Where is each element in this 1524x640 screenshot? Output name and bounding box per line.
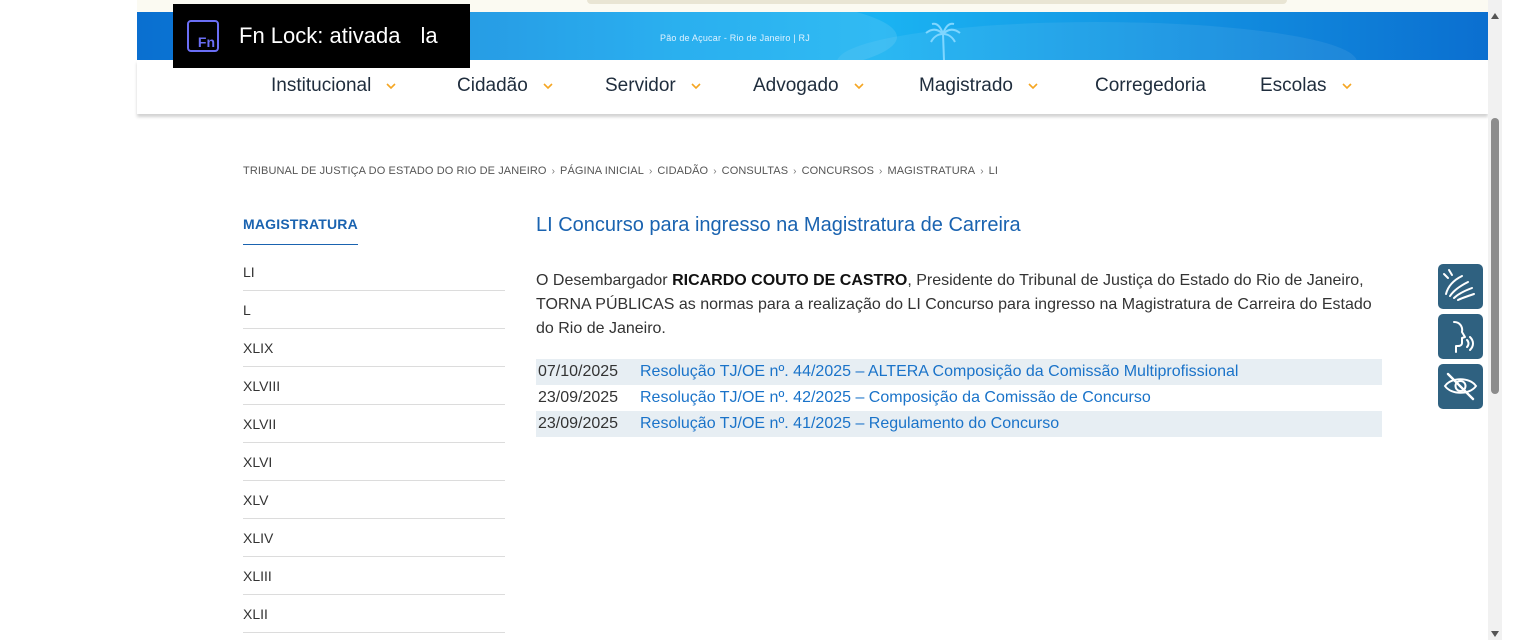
document-link[interactable]: Resolução TJ/OE nº. 42/2025 – Composição… bbox=[638, 385, 1382, 411]
chevron-right-icon: › bbox=[879, 165, 883, 177]
nav-item-servidor[interactable]: Servidor bbox=[605, 75, 702, 97]
sidebar-item-xlv[interactable]: XLV bbox=[243, 481, 505, 519]
sidebar-item-xliii[interactable]: XLIII bbox=[243, 557, 505, 595]
table-row: 23/09/2025 Resolução TJ/OE nº. 42/2025 –… bbox=[536, 385, 1382, 411]
fn-lock-extra: la bbox=[420, 23, 438, 48]
nav-item-label: Corregedoria bbox=[1095, 75, 1206, 96]
sidebar-item-xliv[interactable]: XLIV bbox=[243, 519, 505, 557]
speech-icon bbox=[1453, 321, 1474, 353]
fn-key-label: Fn bbox=[197, 34, 215, 50]
nav-item-advogado[interactable]: Advogado bbox=[753, 75, 865, 97]
page: Pão de Açucar - Rio de Janeiro | RJ Inst… bbox=[0, 0, 1502, 640]
main-content: LI Concurso para ingresso na Magistratur… bbox=[536, 214, 1382, 437]
sidebar-item-l[interactable]: L bbox=[243, 291, 505, 329]
nav-item-label: Advogado bbox=[753, 75, 839, 96]
breadcrumb-link[interactable]: TRIBUNAL DE JUSTIÇA DO ESTADO DO RIO DE … bbox=[243, 165, 547, 177]
sidebar-item-xlvii[interactable]: XLVII bbox=[243, 405, 505, 443]
chevron-right-icon: › bbox=[551, 165, 556, 177]
document-link[interactable]: Resolução TJ/OE nº. 41/2025 – Regulament… bbox=[638, 411, 1382, 437]
breadcrumb-link[interactable]: CONCURSOS bbox=[802, 165, 874, 177]
document-date: 23/09/2025 bbox=[538, 389, 619, 406]
table-row: 07/10/2025 Resolução TJ/OE nº. 44/2025 –… bbox=[536, 359, 1382, 385]
intro-paragraph: O Desembargador RICARDO COUTO DE CASTRO,… bbox=[536, 269, 1382, 341]
document-date: 23/09/2025 bbox=[536, 411, 638, 437]
sidebar-item-li[interactable]: LI bbox=[243, 253, 505, 291]
sign-language-icon bbox=[1443, 269, 1475, 301]
scroll-up-icon[interactable] bbox=[1491, 13, 1499, 19]
documents-table: 07/10/2025 Resolução TJ/OE nº. 44/2025 –… bbox=[536, 359, 1382, 437]
nav-item-label: Servidor bbox=[605, 75, 676, 96]
sidebar-item-xlvi[interactable]: XLVI bbox=[243, 443, 505, 481]
nav-item-label: Magistrado bbox=[919, 75, 1013, 96]
palm-tree-icon bbox=[925, 22, 961, 60]
sidebar: MAGISTRATURA LI L XLIX XLVIII XLVII XLVI… bbox=[243, 216, 505, 633]
sidebar-title: MAGISTRATURA bbox=[243, 216, 358, 245]
chevron-down-icon bbox=[854, 83, 864, 90]
nav-item-cidadao[interactable]: Cidadão bbox=[457, 75, 554, 97]
table-row: 23/09/2025 Resolução TJ/OE nº. 41/2025 –… bbox=[536, 411, 1382, 437]
chevron-right-icon: › bbox=[980, 165, 984, 177]
nav-item-escolas[interactable]: Escolas bbox=[1260, 75, 1353, 97]
fn-lock-overlay: Fn Fn Lock: ativada la bbox=[173, 4, 470, 68]
scrollbar-thumb[interactable] bbox=[1491, 118, 1499, 394]
chevron-down-icon bbox=[1028, 83, 1038, 90]
nav-item-magistrado[interactable]: Magistrado bbox=[919, 75, 1039, 97]
chevron-down-icon bbox=[691, 83, 701, 90]
chevron-down-icon bbox=[543, 83, 553, 90]
breadcrumb-link[interactable]: MAGISTRATURA bbox=[887, 165, 975, 177]
nav-item-label: Escolas bbox=[1260, 75, 1327, 96]
main-nav: Institucional Cidadão Servidor Advogado … bbox=[137, 60, 1488, 114]
document-date: 07/10/2025 bbox=[536, 359, 638, 385]
sidebar-item-xlii[interactable]: XLII bbox=[243, 595, 505, 633]
nav-item-institucional[interactable]: Institucional bbox=[271, 75, 397, 97]
fn-lock-text: Fn Lock: ativada bbox=[239, 23, 401, 48]
chevron-down-icon bbox=[386, 83, 396, 90]
breadcrumb: TRIBUNAL DE JUSTIÇA DO ESTADO DO RIO DE … bbox=[243, 165, 998, 177]
breadcrumb-current: LI bbox=[988, 165, 999, 177]
nav-item-corregedoria[interactable]: Corregedoria bbox=[1095, 75, 1206, 97]
fn-key-icon: Fn bbox=[187, 20, 219, 52]
low-vision-icon bbox=[1443, 372, 1478, 401]
banner-caption: Pão de Açucar - Rio de Janeiro | RJ bbox=[660, 33, 810, 43]
breadcrumb-link[interactable]: CIDADÃO bbox=[657, 165, 708, 177]
sidebar-item-xlviii[interactable]: XLVIII bbox=[243, 367, 505, 405]
sidebar-list: LI L XLIX XLVIII XLVII XLVI XLV XLIV XLI… bbox=[243, 253, 505, 633]
scrollbar[interactable] bbox=[1488, 0, 1502, 640]
speech-button[interactable] bbox=[1438, 314, 1483, 359]
chevron-right-icon: › bbox=[713, 165, 717, 177]
sidebar-item-xlix[interactable]: XLIX bbox=[243, 329, 505, 367]
nav-item-label: Cidadão bbox=[457, 75, 528, 96]
breadcrumb-link[interactable]: PÁGINA INICIAL bbox=[560, 165, 644, 177]
page-title: LI Concurso para ingresso na Magistratur… bbox=[536, 214, 1021, 236]
intro-text-before: O Desembargador bbox=[536, 272, 673, 289]
breadcrumb-link[interactable]: CONSULTAS bbox=[722, 165, 789, 177]
nav-item-label: Institucional bbox=[271, 75, 372, 96]
scroll-down-icon[interactable] bbox=[1491, 631, 1499, 637]
chevron-down-icon bbox=[1341, 83, 1352, 90]
low-vision-button[interactable] bbox=[1438, 364, 1483, 409]
intro-name: RICARDO COUTO DE CASTRO bbox=[672, 272, 908, 289]
sign-language-button[interactable] bbox=[1438, 264, 1483, 309]
chevron-right-icon: › bbox=[648, 165, 653, 177]
document-link[interactable]: Resolução TJ/OE nº. 44/2025 – ALTERA Com… bbox=[638, 359, 1382, 385]
chevron-right-icon: › bbox=[793, 165, 797, 177]
